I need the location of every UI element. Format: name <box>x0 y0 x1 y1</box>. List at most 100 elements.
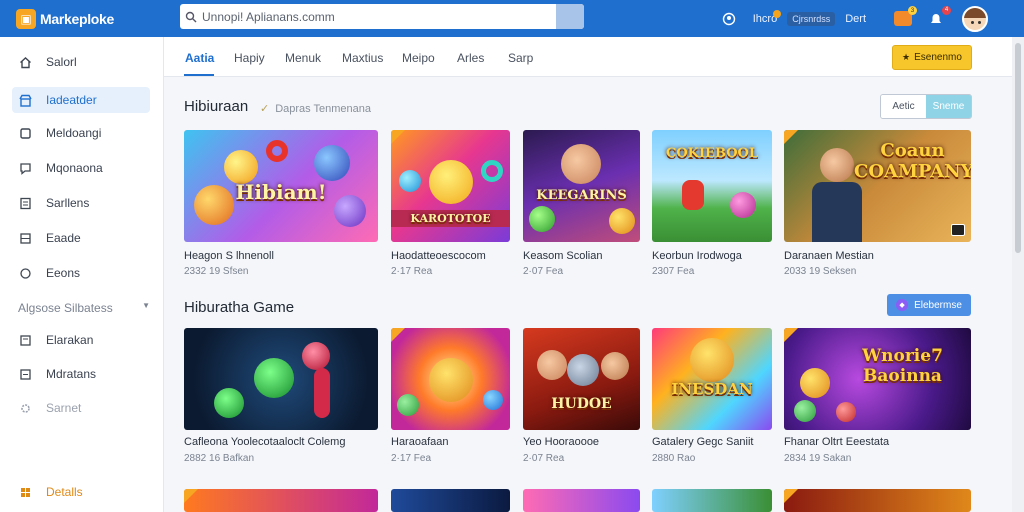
corner-badge <box>184 489 198 503</box>
game-thumbnail <box>391 328 510 430</box>
sidebar-item-label: Detalls <box>46 485 83 499</box>
sidebar-item-gear[interactable]: Sarnet <box>12 395 150 421</box>
tab-3[interactable]: Maxtius <box>342 51 383 65</box>
game-thumbnail: HUDOE <box>523 328 640 430</box>
sidebar-section-header[interactable]: Algsose Silbatess ▼ <box>18 301 150 315</box>
card-meta: 2880 Rao <box>652 453 696 464</box>
tab-0[interactable]: Aatia <box>185 51 214 65</box>
sidebar-item-label: Elarakan <box>46 333 94 347</box>
grid-icon <box>18 231 32 245</box>
game-card[interactable]: KEEGARINS Keasom Scolian 2·07 Fea <box>523 130 640 277</box>
card-meta: 2834 19 Sakan <box>784 453 852 464</box>
user-pill[interactable]: Cjrsnrdss <box>787 11 836 26</box>
art-title: KAROTOTOE <box>391 210 510 227</box>
header-link[interactable]: Dert <box>845 13 866 25</box>
game-card[interactable]: COKIEBOOL Keorbun Irodwoga 2307 Fea <box>652 130 772 277</box>
sidebar-item-folder[interactable]: Elarakan <box>12 327 150 353</box>
scroll-thumb[interactable] <box>1015 43 1021 253</box>
tab-2[interactable]: Menuk <box>285 51 321 65</box>
sidebar-item-list[interactable]: Sarllens <box>12 190 150 216</box>
primary-cta-button[interactable]: ★ Esenenmo <box>892 45 972 70</box>
game-card[interactable]: INESDAN Gatalery Gegc Saniit 2880 Rao <box>652 328 772 468</box>
game-thumbnail: COKIEBOOL <box>652 130 772 242</box>
card-meta: 2332 19 Sfsen <box>184 266 249 277</box>
ball-art <box>730 192 756 218</box>
art-title: HUDOE <box>551 396 612 412</box>
section-action-button[interactable]: ◆ Elebermse <box>887 294 971 316</box>
game-card[interactable]: Hibiam! Heagon S lhnenoll 2332 19 Sfsen <box>184 130 378 277</box>
grid-icon <box>18 485 32 499</box>
game-card[interactable]: KAROTOTOE Haodatteoescocom 2·17 Rea <box>391 130 510 277</box>
search-bar[interactable] <box>180 4 584 29</box>
ball-art <box>399 170 421 192</box>
badge-icon: ◆ <box>896 299 909 311</box>
ball-art <box>794 400 816 422</box>
check-icon: ✓ <box>260 103 270 115</box>
sidebar-item-label: Mdratans <box>46 367 97 381</box>
user-icon[interactable] <box>721 11 737 27</box>
ball-art <box>529 206 555 232</box>
logo-icon: ▣ <box>16 8 36 29</box>
view-toggle: Aetic Sneme <box>880 94 972 119</box>
card-title: Heagon S lhnenoll <box>184 250 274 262</box>
ball-art <box>609 208 635 234</box>
sidebar-item-grid[interactable]: Eaade <box>12 225 150 251</box>
toggle-option-1[interactable]: Sneme <box>926 95 971 118</box>
snake-art <box>302 342 330 370</box>
card-meta: 2·17 Fea <box>391 453 432 464</box>
tab-4[interactable]: Meipo <box>402 51 435 65</box>
sidebar: Salorl Iadeatder Meldoangi Mqonaona Sarl… <box>0 37 164 512</box>
sidebar-item-details[interactable]: Detalls <box>12 479 150 505</box>
sidebar-item-label: Eeons <box>46 266 81 280</box>
home-icon <box>18 55 32 69</box>
ring-art <box>266 140 288 162</box>
game-card[interactable]: Wnorie7 Baoinna Fhanar Oltrt Eeestata 28… <box>784 328 971 468</box>
store-icon <box>18 93 32 107</box>
gear-icon <box>18 401 32 415</box>
sidebar-item-chat[interactable]: Mqonaona <box>12 155 150 181</box>
corner-badge <box>784 130 798 144</box>
avatar[interactable] <box>962 5 988 32</box>
app-logo[interactable]: ▣ Markeploke <box>16 8 176 29</box>
sidebar-item-label: Meldoangi <box>46 126 102 140</box>
sidebar-item-store[interactable]: Iadeatder <box>12 87 150 113</box>
sidebar-section-label: Algsose Silbatess <box>18 301 113 315</box>
art-title: INESDAN <box>671 380 753 398</box>
game-thumbnail[interactable] <box>784 489 971 512</box>
section-subtitle: ✓ Dapras Tenmenana <box>260 102 371 115</box>
game-card[interactable]: HUDOE Yeo Hooraoooe 2·07 Rea <box>523 328 640 468</box>
scrollbar[interactable] <box>1012 37 1024 512</box>
character-art <box>561 144 601 184</box>
game-thumbnail: KEEGARINS <box>523 130 640 242</box>
game-card[interactable]: Coaun COAMPANY Daranaen Mestian 2033 19 … <box>784 130 971 277</box>
card-title: Yeo Hooraoooe <box>523 436 600 448</box>
game-thumbnail[interactable] <box>184 489 378 512</box>
sidebar-item-doc[interactable]: Mdratans <box>12 361 150 387</box>
game-thumbnail[interactable] <box>523 489 640 512</box>
game-card[interactable]: Haraoafaan 2·17 Fea <box>391 328 510 468</box>
tab-5[interactable]: Arles <box>457 51 484 65</box>
card-title: Keorbun Irodwoga <box>652 250 742 262</box>
sidebar-item-box[interactable]: Meldoangi <box>12 120 150 146</box>
corner-badge <box>784 489 798 503</box>
search-button[interactable] <box>556 4 584 29</box>
toggle-option-0[interactable]: Aetic <box>881 95 926 118</box>
game-thumbnail[interactable] <box>652 489 772 512</box>
tab-6[interactable]: Sarp <box>508 51 533 65</box>
sidebar-item-label: Sarnet <box>46 401 82 415</box>
game-thumbnail[interactable] <box>391 489 510 512</box>
game-card[interactable]: Cafleona Yoolecotaaloclt Colemg 2882 16 … <box>184 328 378 468</box>
sidebar-item-label: Iadeatder <box>46 93 97 107</box>
tab-1[interactable]: Hapiy <box>234 51 265 65</box>
corner-badge <box>391 328 405 342</box>
sidebar-item-home[interactable]: Salorl <box>12 49 150 75</box>
sidebar-item-settings[interactable]: Eeons <box>12 260 150 286</box>
search-input[interactable] <box>202 9 556 24</box>
active-tab-indicator <box>184 74 214 76</box>
cart-icon[interactable]: 3 <box>894 6 917 26</box>
folder-icon <box>18 333 32 347</box>
chat-icon <box>18 161 32 175</box>
game-thumbnail: KAROTOTOE <box>391 130 510 242</box>
bell-icon[interactable]: 4 <box>928 5 951 27</box>
game-thumbnail: Coaun COAMPANY <box>784 130 971 242</box>
